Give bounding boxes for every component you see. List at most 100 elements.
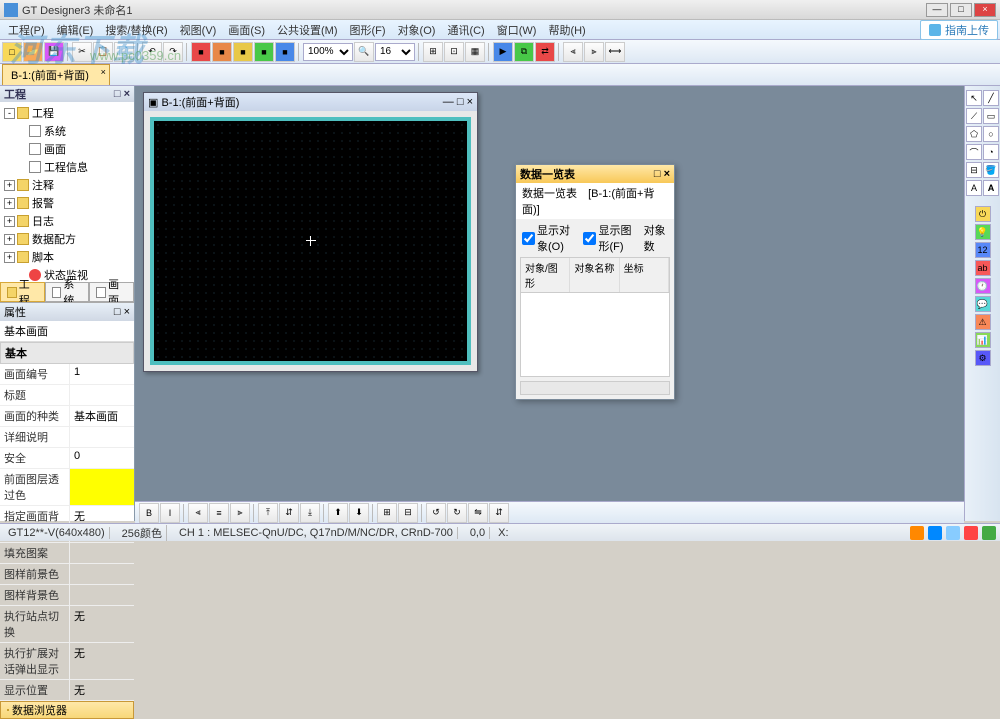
tray-icon-4[interactable]: [964, 526, 978, 540]
open-button[interactable]: 📂: [23, 42, 43, 62]
copy-button[interactable]: 📋: [93, 42, 113, 62]
align-top-button[interactable]: ⤒: [258, 503, 278, 523]
property-row[interactable]: 执行扩展对话弹出显示无: [0, 643, 134, 680]
property-value[interactable]: 0: [70, 448, 134, 468]
align-l-button[interactable]: ⫷: [563, 42, 583, 62]
property-row[interactable]: 安全0: [0, 448, 134, 469]
show-shapes-checkbox[interactable]: 显示图形(F): [583, 222, 637, 254]
tree-node[interactable]: 工程信息: [2, 158, 132, 176]
preview-button[interactable]: ▶: [493, 42, 513, 62]
logo-text-tool[interactable]: 𝐀: [983, 180, 999, 196]
tb-a[interactable]: ■: [191, 42, 211, 62]
property-value[interactable]: [70, 385, 134, 405]
tray-icon-3[interactable]: [946, 526, 960, 540]
data-list-dialog[interactable]: 数据一览表 □ × 数据一览表 [B-1:(前面+背面)] 显示对象(O) 显示…: [515, 164, 675, 400]
rect-tool[interactable]: ▭: [983, 108, 999, 124]
menu-item-5[interactable]: 公共设置(M): [271, 20, 344, 40]
graph-tool[interactable]: 📊: [975, 332, 991, 348]
menu-item-10[interactable]: 帮助(H): [542, 20, 591, 40]
tree-node[interactable]: 画面: [2, 140, 132, 158]
redo-button[interactable]: ↷: [163, 42, 183, 62]
upload-guide-button[interactable]: 指南上传: [920, 20, 998, 40]
tray-icon-5[interactable]: [982, 526, 996, 540]
property-value[interactable]: [70, 585, 134, 605]
rotate-left-button[interactable]: ↺: [426, 503, 446, 523]
minimize-button[interactable]: —: [926, 3, 948, 17]
property-value[interactable]: [70, 564, 134, 584]
tb-b[interactable]: ■: [212, 42, 232, 62]
scale-tool[interactable]: ⊟: [966, 162, 982, 178]
tray-icon-1[interactable]: [910, 526, 924, 540]
property-value[interactable]: [70, 469, 134, 505]
alarm-tool[interactable]: ⚠: [975, 314, 991, 330]
property-row[interactable]: 前面图层透过色: [0, 469, 134, 506]
cut-button[interactable]: ✂: [72, 42, 92, 62]
align-r-button[interactable]: ⟷: [605, 42, 625, 62]
tb-e[interactable]: ■: [275, 42, 295, 62]
property-value[interactable]: 无: [70, 606, 134, 642]
grid-size-select[interactable]: 16: [375, 43, 415, 61]
tree-expand-icon[interactable]: +: [4, 234, 15, 245]
menu-item-1[interactable]: 编辑(E): [51, 20, 100, 40]
menu-item-9[interactable]: 窗口(W): [491, 20, 543, 40]
dialog-close-button[interactable]: ×: [664, 168, 670, 180]
editor-maximize-button[interactable]: □: [457, 96, 464, 108]
maximize-button[interactable]: □: [950, 3, 972, 17]
new-button[interactable]: □: [2, 42, 22, 62]
ascii-tool[interactable]: ab: [975, 260, 991, 276]
screen-editor-window[interactable]: ▣ B-1:(前面+背面) — □ ×: [143, 92, 478, 372]
tb-d[interactable]: ■: [254, 42, 274, 62]
panel-tab-系统[interactable]: 系统: [45, 282, 90, 302]
undo-button[interactable]: ↶: [142, 42, 162, 62]
tree-node[interactable]: +日志: [2, 212, 132, 230]
panel-tab-工程[interactable]: 工程: [0, 282, 45, 302]
project-tree[interactable]: -工程系统画面工程信息+注释+报警+日志+数据配方+脚本状态监视触发动作时间动作…: [0, 102, 134, 282]
polyline-tool[interactable]: ⟋: [966, 108, 982, 124]
screen-canvas[interactable]: [154, 121, 467, 361]
save-button[interactable]: 💾: [44, 42, 64, 62]
property-value[interactable]: [70, 543, 134, 563]
menu-item-7[interactable]: 对象(O): [392, 20, 442, 40]
property-row[interactable]: 图样前景色: [0, 564, 134, 585]
line-tool[interactable]: ╱: [983, 90, 999, 106]
bring-front-button[interactable]: ⬆: [328, 503, 348, 523]
property-value[interactable]: 基本画面: [70, 406, 134, 426]
editor-minimize-button[interactable]: —: [443, 96, 454, 108]
align-c-button[interactable]: ⫸: [584, 42, 604, 62]
transfer-button[interactable]: ⇄: [535, 42, 555, 62]
tree-node[interactable]: +报警: [2, 194, 132, 212]
comment-tool[interactable]: 💬: [975, 296, 991, 312]
parts-tool[interactable]: ⚙: [975, 350, 991, 366]
panel-tab-画面[interactable]: 画面: [89, 282, 134, 302]
menu-item-4[interactable]: 画面(S): [222, 20, 271, 40]
text-tool[interactable]: A: [966, 180, 982, 196]
property-row[interactable]: 详细说明: [0, 427, 134, 448]
tree-node[interactable]: -工程: [2, 104, 132, 122]
property-row[interactable]: 填充图案: [0, 543, 134, 564]
snap-button[interactable]: ⊡: [444, 42, 464, 62]
tb-c[interactable]: ■: [233, 42, 253, 62]
arc-tool[interactable]: ⌒: [966, 144, 982, 160]
properties-grid[interactable]: 基本 画面编号1标题画面的种类基本画面详细说明安全0前面图层透过色指定画面背景色…: [0, 342, 134, 701]
menu-item-6[interactable]: 图形(F): [344, 20, 392, 40]
property-row[interactable]: 标题: [0, 385, 134, 406]
tree-node[interactable]: 系统: [2, 122, 132, 140]
align-center-button[interactable]: ≡: [209, 503, 229, 523]
numeric-tool[interactable]: 12: [975, 242, 991, 258]
lamp-tool[interactable]: 💡: [975, 224, 991, 240]
tree-node[interactable]: +数据配方: [2, 230, 132, 248]
circle-tool[interactable]: ○: [983, 126, 999, 142]
property-value[interactable]: 1: [70, 364, 134, 384]
group-button[interactable]: ⊞: [377, 503, 397, 523]
menu-item-8[interactable]: 通讯(C): [441, 20, 490, 40]
properties-pin[interactable]: □ ×: [114, 306, 130, 318]
zoom-select[interactable]: 100%: [303, 43, 353, 61]
tree-expand-icon[interactable]: +: [4, 216, 15, 227]
sector-tool[interactable]: ◔: [983, 144, 999, 160]
tree-expand-icon[interactable]: +: [4, 180, 15, 191]
property-row[interactable]: 画面的种类基本画面: [0, 406, 134, 427]
editor-close-button[interactable]: ×: [467, 96, 473, 108]
align-right-button[interactable]: ⫸: [230, 503, 250, 523]
show-objects-checkbox[interactable]: 显示对象(O): [522, 222, 577, 254]
tree-expand-icon[interactable]: -: [4, 108, 15, 119]
